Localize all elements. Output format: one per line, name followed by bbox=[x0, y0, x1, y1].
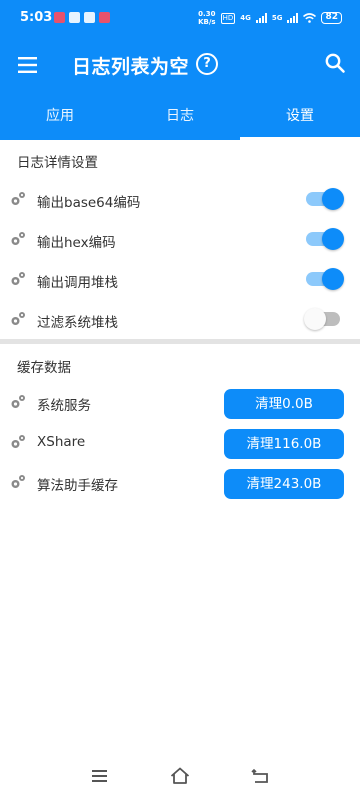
toggle-switch-call-stack[interactable] bbox=[306, 268, 344, 290]
gears-icon bbox=[11, 312, 25, 325]
setting-label: 输出调用堆栈 bbox=[37, 275, 118, 291]
log-settings-title: 日志详情设置 bbox=[17, 155, 98, 171]
network-type-label-2: 5G bbox=[271, 14, 283, 22]
net-speed-value: 0.30 bbox=[198, 10, 216, 18]
gears-icon bbox=[11, 475, 25, 488]
setting-row-filter-system-stack: 过滤系统堆栈 bbox=[0, 300, 360, 340]
gears-icon bbox=[11, 232, 25, 245]
net-speed-unit: KB/s bbox=[198, 18, 216, 26]
signal-icon bbox=[287, 13, 299, 23]
cache-row-xshare: XShare 清理116.0B bbox=[0, 423, 360, 463]
section-divider bbox=[0, 339, 360, 344]
tab-bar: 应用 日志 设置 bbox=[0, 96, 360, 140]
setting-label: 输出hex编码 bbox=[37, 235, 116, 251]
status-bar: 5:03 0.30 KB/s HD 4G 5G 82 bbox=[0, 0, 360, 36]
status-time: 5:03 bbox=[20, 10, 53, 25]
page-title: 日志列表为空 bbox=[72, 56, 190, 78]
setting-label: 输出base64编码 bbox=[37, 195, 141, 211]
notification-icon bbox=[54, 12, 65, 23]
clear-cache-button[interactable]: 清理0.0B bbox=[224, 389, 344, 419]
menu-icon[interactable] bbox=[14, 52, 42, 78]
cache-label: 算法助手缓存 bbox=[37, 478, 118, 494]
setting-label: 过滤系统堆栈 bbox=[37, 315, 118, 331]
tab-logs[interactable]: 日志 bbox=[120, 96, 240, 140]
search-icon[interactable] bbox=[324, 52, 346, 74]
tab-apps[interactable]: 应用 bbox=[0, 96, 120, 140]
net-speed: 0.30 KB/s bbox=[198, 10, 215, 26]
setting-row-base64: 输出base64编码 bbox=[0, 180, 360, 220]
network-type-label: 4G bbox=[240, 14, 251, 22]
home-icon[interactable] bbox=[169, 766, 191, 786]
back-icon[interactable] bbox=[249, 766, 271, 786]
notification-icon bbox=[84, 12, 95, 23]
clear-cache-button[interactable]: 清理116.0B bbox=[224, 429, 344, 459]
menu-lines-icon[interactable] bbox=[89, 766, 111, 786]
tab-settings[interactable]: 设置 bbox=[240, 96, 360, 140]
setting-row-call-stack: 输出调用堆栈 bbox=[0, 260, 360, 300]
system-nav-bar bbox=[0, 756, 360, 800]
hd-icon: HD bbox=[220, 12, 236, 24]
gears-icon bbox=[11, 272, 25, 285]
app-header: 5:03 0.30 KB/s HD 4G 5G 82 日志列表为空 ? 应用 日… bbox=[0, 0, 360, 140]
toolbar: 日志列表为空 ? bbox=[0, 40, 360, 90]
gears-icon bbox=[11, 435, 25, 448]
help-circle-icon[interactable]: ? bbox=[196, 53, 218, 75]
status-right: 0.30 KB/s HD 4G 5G 82 bbox=[198, 10, 342, 26]
cache-row-algorithm-helper: 算法助手缓存 清理243.0B bbox=[0, 463, 360, 503]
setting-row-hex: 输出hex编码 bbox=[0, 220, 360, 260]
signal-icon bbox=[255, 13, 267, 23]
notification-icon bbox=[69, 12, 80, 23]
notification-icon bbox=[99, 12, 110, 23]
toggle-switch-filter-system-stack[interactable] bbox=[304, 308, 342, 330]
tab-indicator bbox=[240, 137, 360, 140]
cache-row-system-service: 系统服务 清理0.0B bbox=[0, 383, 360, 423]
gears-icon bbox=[11, 395, 25, 408]
cache-label: 系统服务 bbox=[37, 398, 91, 414]
notification-icons bbox=[54, 12, 110, 23]
gears-icon bbox=[11, 192, 25, 205]
wifi-icon bbox=[303, 13, 317, 23]
toggle-switch-base64[interactable] bbox=[306, 188, 344, 210]
cache-data-title: 缓存数据 bbox=[17, 360, 71, 376]
cache-label: XShare bbox=[37, 434, 86, 450]
clear-cache-button[interactable]: 清理243.0B bbox=[224, 469, 344, 499]
battery-icon: 82 bbox=[321, 12, 342, 24]
toggle-switch-hex[interactable] bbox=[306, 228, 344, 250]
